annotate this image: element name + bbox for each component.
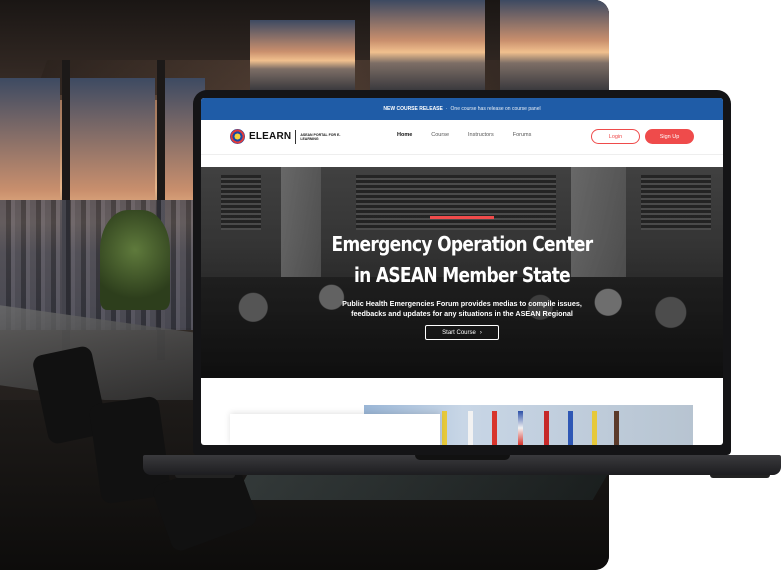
- logo-divider: [295, 129, 297, 144]
- hero-title: Emergency Operation Center in ASEAN Memb…: [245, 229, 678, 291]
- brand-name: ELEARN: [249, 131, 292, 142]
- flag: [568, 411, 573, 445]
- signup-button[interactable]: Sign Up: [645, 129, 694, 144]
- chevron-right-icon: ›: [479, 329, 482, 336]
- window-pane: [370, 0, 485, 90]
- login-button[interactable]: Login: [591, 129, 640, 144]
- flag: [544, 411, 549, 445]
- window-pane: [250, 20, 355, 90]
- hero-description-line-2: feedbacks and updates for any situations…: [351, 309, 573, 318]
- brand-logo[interactable]: ELEARN ASEAN PORTAL FOR E-LEARNING: [230, 129, 342, 144]
- brand-tagline: ASEAN PORTAL FOR E-LEARNING: [300, 132, 341, 141]
- flag: [614, 411, 619, 445]
- nav-item-forums[interactable]: Forums: [513, 132, 532, 138]
- announcement-bar: NEW COURSE RELEASE · One course has rele…: [201, 98, 723, 120]
- laptop-foot: [175, 475, 235, 478]
- start-course-label: Start Course: [442, 329, 476, 336]
- laptop-screen: NEW COURSE RELEASE · One course has rele…: [201, 98, 723, 445]
- content-card: [230, 414, 440, 445]
- flag: [442, 411, 447, 445]
- start-course-button[interactable]: Start Course ›: [425, 325, 499, 340]
- camera-notch: [418, 90, 490, 97]
- navbar: ELEARN ASEAN PORTAL FOR E-LEARNING Home …: [201, 120, 723, 155]
- asean-emblem-icon: [230, 129, 245, 144]
- laptop-frame: NEW COURSE RELEASE · One course has rele…: [193, 90, 731, 455]
- nav-item-instructors[interactable]: Instructors: [468, 132, 494, 138]
- hero-description-line-1: Public Health Emergencies Forum provides…: [342, 299, 582, 308]
- announcement-separator: ·: [445, 106, 448, 112]
- announcement-message[interactable]: One course has release on course panel: [451, 106, 541, 112]
- potted-plant: [100, 210, 170, 310]
- laptop-hinge-groove: [415, 455, 510, 460]
- hero-description: Public Health Emergencies Forum provides…: [201, 299, 723, 319]
- flag: [468, 411, 473, 445]
- hero-title-line-1: Emergency Operation Center: [331, 232, 594, 256]
- announcement-highlight: NEW COURSE RELEASE: [383, 106, 443, 112]
- main-menu: Home Course Instructors Forums: [397, 132, 531, 138]
- hero-title-line-2: in ASEAN Member State: [353, 263, 571, 287]
- flag: [518, 411, 523, 445]
- hero-accent-line: [430, 216, 494, 219]
- laptop-foot: [710, 475, 770, 478]
- nav-item-home[interactable]: Home: [397, 132, 412, 138]
- flag: [592, 411, 597, 445]
- flag: [492, 411, 497, 445]
- hero-section: Emergency Operation Center in ASEAN Memb…: [201, 167, 723, 378]
- nav-item-course[interactable]: Course: [431, 132, 449, 138]
- window-pane: [500, 0, 609, 90]
